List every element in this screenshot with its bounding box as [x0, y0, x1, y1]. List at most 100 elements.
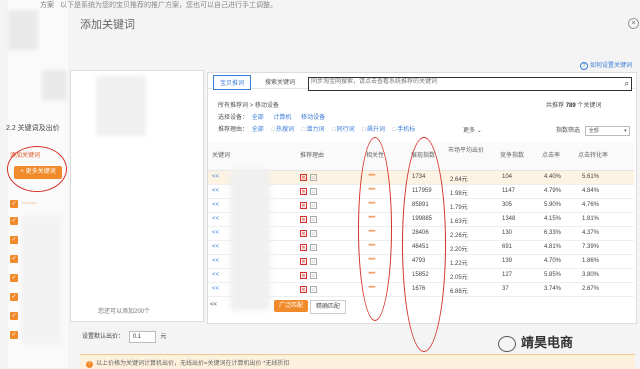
hot-tag-icon: 热 [300, 174, 307, 181]
top-note-prefix: 方案 [40, 2, 54, 9]
cvr-value: 3.80% [582, 272, 600, 278]
ctr-value: 5.85% [544, 272, 562, 278]
col-cvr[interactable]: 点击转化率 [578, 150, 608, 159]
hot-tag-icon: 热 [300, 258, 307, 265]
market-bid-value: 1.22元 [450, 261, 468, 267]
col-market-bid[interactable]: 市场平均出价 [448, 145, 484, 154]
index-filter-select[interactable]: 全部 ▾ [584, 126, 630, 136]
reason-filter-label: 推荐理由： [218, 127, 249, 133]
hot-tag-icon: 热 [300, 286, 307, 293]
hot-tag-icon: 热 [300, 272, 307, 279]
close-icon[interactable]: × [628, 18, 639, 29]
market-bid-value: 6.88元 [450, 289, 468, 295]
reason-all[interactable]: 全部 [252, 127, 264, 133]
add-keyword-arrow[interactable]: << [212, 188, 219, 194]
mobile-tag-icon: □ [310, 188, 317, 195]
blurred-block [42, 70, 67, 100]
prev-page-button[interactable]: << [210, 302, 217, 308]
device-computer[interactable]: 计算机 [273, 115, 291, 121]
device-all[interactable]: 全部 [252, 115, 264, 121]
tab-search-keywords[interactable]: 搜索关键词 [259, 75, 301, 88]
market-bid-value: 2.64元 [450, 177, 468, 183]
breadcrumb-sep: > [249, 103, 254, 109]
annotation-circle [7, 146, 67, 192]
exact-match-button[interactable]: 精确匹配 [310, 300, 347, 314]
add-keyword-arrow[interactable]: << [212, 258, 219, 264]
default-bid-unit: 元 [160, 334, 167, 340]
breadcrumb-root[interactable]: 所有推荐词 [218, 103, 248, 109]
blurred-keywords [22, 215, 62, 345]
reason-hot[interactable]: 热搜词 [276, 127, 294, 133]
add-keyword-arrow[interactable]: << [212, 216, 219, 222]
mobile-tag-icon: □ [310, 202, 317, 209]
more-filter-label: 更多 [463, 128, 476, 134]
broad-match-button[interactable]: 广泛匹配 [274, 300, 309, 312]
search-input[interactable] [309, 78, 613, 86]
mobile-tag-icon: □ [310, 244, 317, 251]
add-keyword-arrow[interactable]: << [212, 244, 219, 250]
mobile-tag-icon: □ [310, 258, 317, 265]
reason-rising[interactable]: 飙升词 [367, 127, 385, 133]
add-keyword-arrow[interactable]: << [212, 272, 219, 278]
cvr-value: 2.67% [582, 286, 600, 292]
watermark-text: 靖昊电商 [521, 335, 574, 350]
keyword-checkbox[interactable]: ✓ [10, 236, 18, 244]
dialog-title: 添加关键词 [80, 19, 135, 31]
blurred-keyword-column [230, 170, 270, 310]
more-filter[interactable]: 更多 ⌄ [463, 125, 482, 134]
market-bid-value: 1.63元 [450, 219, 468, 225]
reason-potential[interactable]: 潜力词 [306, 127, 324, 133]
keyword-checkbox[interactable]: ✓ [10, 217, 18, 225]
mobile-tag-icon: □ [310, 230, 317, 237]
ctr-value: 4.15% [544, 216, 562, 222]
hot-tag-icon: 热 [300, 202, 307, 209]
device-mobile[interactable]: 移动设备 [301, 115, 325, 121]
col-competition[interactable]: 竞争指数 [500, 150, 524, 159]
ctr-value: 5.90% [544, 202, 562, 208]
question-icon: ? [580, 62, 588, 70]
keyword-checkbox[interactable]: ✓ [10, 274, 18, 282]
competition-value: 104 [502, 174, 513, 180]
chevron-down-icon: ▾ [624, 128, 627, 134]
keyword-checkbox[interactable]: ✓ [10, 312, 18, 320]
keyword-checkbox[interactable]: ✓ [10, 331, 18, 339]
add-keyword-arrow[interactable]: << [212, 286, 219, 292]
ctr-value: 4.40% [544, 174, 562, 180]
competition-value: 305 [502, 202, 513, 208]
market-bid-value: 1.79元 [450, 205, 468, 211]
cvr-value: 4.76% [582, 202, 600, 208]
annotation-oval-relevance [358, 137, 392, 321]
add-keyword-arrow[interactable]: << [212, 230, 219, 236]
reason-filter: 推荐理由： 全部 □热搜词 □潜力词 □同行词 □飙升词 □手机标 [218, 127, 416, 133]
default-bid-row: 设置默认出价： 0.1 元 [82, 331, 166, 343]
keyword-checkbox[interactable]: ✓ [10, 255, 18, 263]
wechat-icon [498, 335, 516, 352]
tab-item-recommend[interactable]: 宝贝推词 [213, 75, 252, 90]
ctr-value: 4.79% [544, 188, 562, 194]
section-label: 2.2 关键词及出价 [6, 125, 60, 132]
col-ctr[interactable]: 点击率 [542, 150, 560, 159]
mobile-tag-icon: □ [310, 216, 317, 223]
hot-tag-icon: 热 [300, 230, 307, 237]
blurred-avatar [8, 10, 38, 50]
hot-tag-icon: 热 [300, 244, 307, 251]
market-bid-value: 2.20元 [450, 247, 468, 253]
col-keyword: 关键词 [212, 153, 231, 159]
blurred-keywords [96, 76, 146, 136]
cvr-value: 4.37% [582, 230, 600, 236]
help-link[interactable]: ? 如何设置关键词 [580, 60, 632, 70]
reason-mobile[interactable]: 手机标 [397, 127, 415, 133]
add-keyword-arrow[interactable]: << [212, 202, 219, 208]
total-number: 789 [565, 103, 576, 109]
annotation-oval-impressions [402, 137, 446, 352]
reason-peer[interactable]: 同行词 [337, 127, 355, 133]
keyword-checkbox[interactable]: ✓ [10, 200, 18, 208]
add-keyword-arrow[interactable]: << [212, 174, 219, 180]
ctr-value: 4.70% [544, 258, 562, 264]
table-footer: << 广泛匹配 精确匹配 [208, 300, 634, 316]
competition-value: 127 [502, 272, 513, 278]
default-bid-input[interactable]: 0.1 [128, 331, 156, 343]
search-icon[interactable]: ⌕ [625, 79, 629, 89]
market-bid-value: 2.26元 [450, 233, 468, 239]
keyword-checkbox[interactable]: ✓ [10, 293, 18, 301]
